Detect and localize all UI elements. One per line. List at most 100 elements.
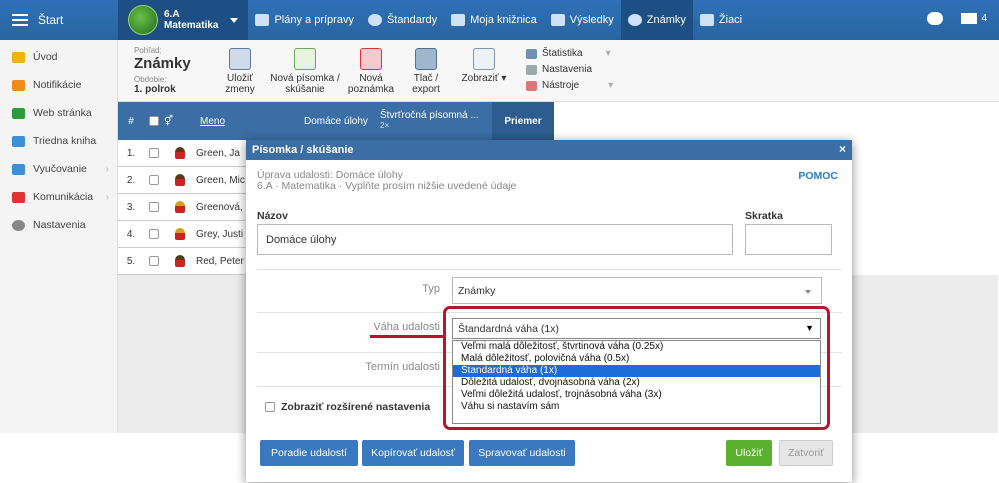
new-note-label: Nová poznámka [347, 73, 395, 95]
nav-students[interactable]: Žiaci [693, 0, 749, 40]
row-num: 3. [126, 201, 136, 213]
highlight-underline [370, 335, 443, 338]
new-exam-button[interactable]: Nová písomka / skúšanie [270, 48, 340, 95]
row-checkbox[interactable] [149, 229, 159, 239]
student-name[interactable]: Green, Ja [196, 148, 246, 159]
new-note-button[interactable]: Nová poznámka [346, 48, 396, 95]
header-quarterly[interactable]: Štvrťročná písomná ... 2× [380, 102, 492, 140]
type-select[interactable]: Známky [452, 277, 822, 304]
chat-icon[interactable] [927, 12, 944, 25]
row-checkbox[interactable] [149, 256, 159, 266]
class-selector[interactable]: 6.A Matematika [118, 0, 249, 40]
header-icon: ⚥ [164, 102, 200, 140]
sidebar-item-settings[interactable]: Nastavenia [0, 211, 117, 239]
nav-results-label: Výsledky [569, 14, 614, 26]
short-label: Skratka [745, 210, 783, 222]
sidebar-item-teaching[interactable]: Vyučovanie › [0, 155, 117, 183]
print-export-button[interactable]: Tlač / export [406, 48, 446, 95]
header-select[interactable] [144, 102, 164, 140]
manage-events-button[interactable]: Spravovať udalosti [469, 440, 575, 466]
student-avatar-icon [175, 228, 185, 240]
event-order-button[interactable]: Poradie udalostí [260, 440, 358, 466]
tools-item[interactable]: Nástroje ▾ [526, 78, 613, 94]
sidebar-item-label: Vyučovanie [33, 163, 87, 175]
show-button[interactable]: Zobraziť ▾ [456, 48, 512, 84]
advanced-settings-toggle[interactable]: Zobraziť rozšírené nastavenia [265, 401, 430, 413]
chevron-down-icon [230, 17, 239, 23]
nav-plans[interactable]: Plány a prípravy [248, 0, 360, 40]
row-num: 5. [126, 255, 136, 267]
save-button[interactable]: Uložiť [726, 440, 772, 466]
nav-results[interactable]: Výsledky [544, 0, 621, 40]
help-link[interactable]: POMOC [798, 170, 838, 182]
student-name[interactable]: Red, Peter [196, 256, 246, 267]
save-changes-button[interactable]: Uložiť zmeny [218, 48, 262, 95]
statistics-icon [526, 49, 537, 59]
close-icon[interactable]: × [839, 142, 846, 156]
short-input[interactable] [745, 224, 832, 255]
student-avatar-icon [175, 147, 185, 159]
nav-students-label: Žiaci [718, 14, 743, 26]
plans-icon [255, 14, 270, 26]
sidebar-item-communication[interactable]: Komunikácia › [0, 183, 117, 211]
nav-grades[interactable]: Známky [620, 0, 693, 40]
header-name[interactable]: Meno [200, 102, 304, 140]
sidebar-item-home[interactable]: Úvod [0, 43, 117, 71]
chevron-right-icon: › [105, 191, 110, 203]
chevron-right-icon: › [105, 163, 110, 175]
header-quarterly-label: Štvrťročná písomná ... [380, 110, 479, 121]
toolbar: Pohľad: Známky Obdobie: 1. polrok Uložiť… [118, 40, 999, 102]
students-icon [699, 14, 714, 26]
sidebar-item-notifications[interactable]: Notifikácie [0, 71, 117, 99]
grades-icon [627, 14, 642, 26]
row-checkbox[interactable] [149, 175, 159, 185]
gender-icon: ⚥ [164, 115, 174, 127]
save-changes-label: Uložiť zmeny [225, 73, 255, 95]
book-icon [12, 135, 25, 147]
dialog-subtitle: Úprava udalosti: Domáce úlohy 6.A · Mate… [257, 170, 516, 192]
sidebar-item-website[interactable]: Web stránka [0, 99, 117, 127]
mail-button[interactable]: 4 [961, 13, 987, 24]
select-all-checkbox[interactable] [149, 116, 159, 126]
settings-item[interactable]: Nastavenia [526, 62, 613, 78]
sidebar-item-label: Komunikácia [33, 191, 94, 203]
mail-icon [12, 79, 25, 91]
toolbar-menu: Štatistika ▾ Nastavenia Nástroje ▾ [526, 46, 613, 94]
type-select-value: Známky [458, 284, 496, 297]
header-average[interactable]: Priemer [492, 102, 554, 140]
row-checkbox[interactable] [149, 148, 159, 158]
new-document-icon [294, 48, 316, 70]
student-avatar-icon [175, 201, 185, 213]
row-num: 2. [126, 174, 136, 186]
top-bar: Štart 6.A Matematika Plány a prípravy Št… [0, 0, 999, 40]
statistics-item[interactable]: Štatistika ▾ [526, 46, 613, 62]
home-icon [12, 107, 25, 119]
sidebar-item-classbook[interactable]: Triedna kniha [0, 127, 117, 155]
copy-event-button[interactable]: Kopírovať udalosť [362, 440, 464, 466]
weight-label: Váha udalosti [373, 321, 440, 333]
name-label: Názov [257, 210, 288, 222]
row-checkbox[interactable] [149, 202, 159, 212]
header-homework[interactable]: Domáce úlohy [304, 102, 380, 140]
student-name[interactable]: Grey, Justi [196, 229, 246, 240]
nav-library[interactable]: Moja knižnica [444, 0, 544, 40]
name-input[interactable]: Domáce úlohy [257, 224, 733, 255]
nav-standards[interactable]: Štandardy [361, 0, 444, 40]
class-avatar [128, 5, 158, 35]
briefcase-icon [12, 163, 25, 175]
highlight-frame [443, 306, 830, 430]
tools-label: Nástroje [542, 80, 580, 91]
student-name[interactable]: Greenová, [196, 202, 246, 213]
mail-count: 4 [981, 13, 987, 24]
header-quarterly-weight: 2× [380, 121, 390, 130]
name-input-value: Domáce úlohy [266, 233, 337, 246]
gear-icon [526, 65, 537, 75]
chart-icon [550, 14, 565, 26]
start-menu[interactable]: Štart [0, 0, 118, 40]
student-name[interactable]: Green, Mic [196, 175, 246, 186]
settings-label: Nastavenia [542, 64, 593, 75]
close-button[interactable]: Zatvoriť [779, 440, 833, 466]
advanced-checkbox[interactable] [265, 402, 275, 412]
class-subject: Matematika [164, 20, 219, 31]
sidebar-item-label: Notifikácie [33, 79, 82, 91]
